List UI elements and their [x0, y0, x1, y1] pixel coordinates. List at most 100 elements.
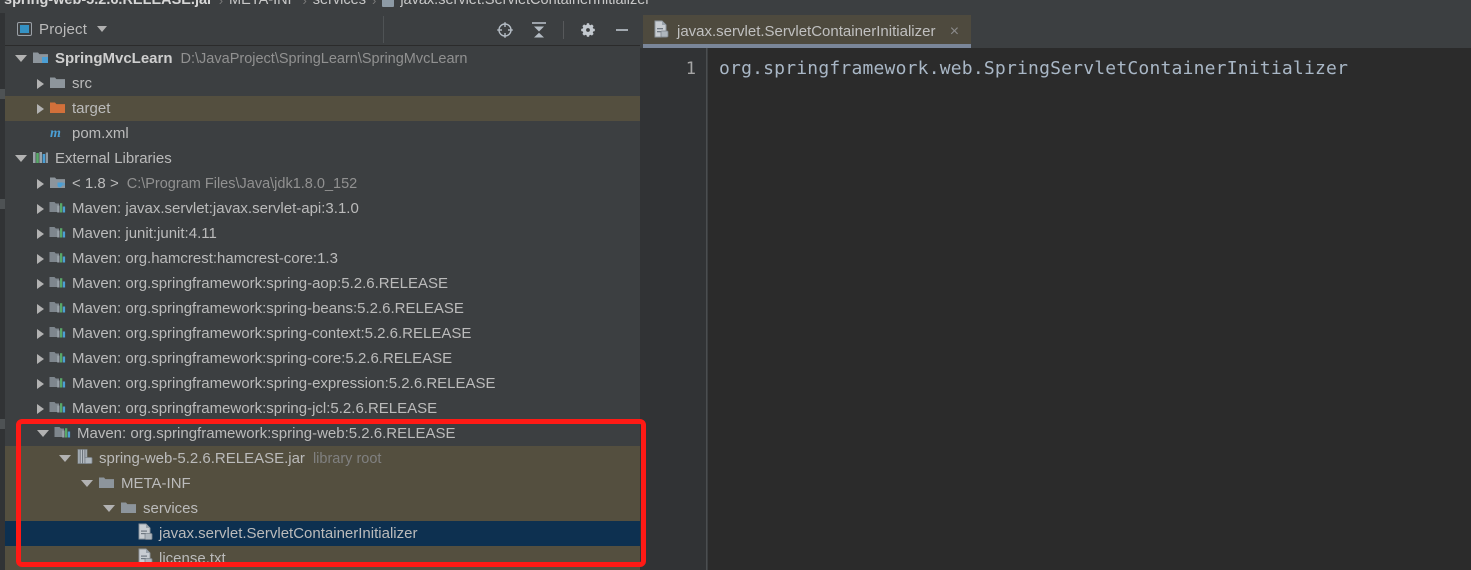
breadcrumb-item[interactable]: javax.servlet.ServletContainerInitialize… — [400, 0, 650, 8]
tree-row-label: spring-web-5.2.6.RELEASE.jar — [99, 450, 305, 467]
tree-row[interactable]: Maven: org.springframework:spring-aop:5.… — [5, 271, 640, 296]
tree-row-label: Maven: org.hamcrest:hamcrest-core:1.3 — [72, 250, 338, 267]
actions-divider — [563, 20, 564, 39]
chevron-right-icon[interactable] — [37, 278, 44, 289]
chevron-right-icon[interactable] — [37, 378, 44, 389]
tree-row[interactable]: External Libraries — [5, 146, 640, 171]
header-divider — [383, 16, 384, 43]
locate-target-icon[interactable] — [495, 20, 515, 40]
chevron-right-icon[interactable] — [37, 353, 44, 364]
close-icon[interactable]: × — [947, 23, 961, 40]
breadcrumb-item[interactable]: spring-web-5.2.6.RELEASE.jar — [4, 0, 213, 8]
library-icon — [49, 274, 66, 294]
breadcrumb-separator: › — [371, 0, 377, 8]
tree-row[interactable]: src — [5, 71, 640, 96]
tree-row-label: target — [72, 100, 111, 117]
jar-icon — [76, 448, 93, 469]
external-libraries-icon — [32, 149, 49, 169]
chevron-right-icon[interactable] — [37, 303, 44, 314]
library-icon — [49, 224, 66, 244]
tree-row[interactable]: m pom.xml — [5, 121, 640, 146]
breadcrumb-item[interactable]: META-INF — [229, 0, 296, 8]
collapse-all-icon[interactable] — [529, 20, 549, 40]
minimize-icon[interactable] — [612, 20, 632, 40]
chevron-right-icon[interactable] — [37, 228, 44, 239]
tree-row[interactable]: < 1.8 > C:\Program Files\Java\jdk1.8.0_15… — [5, 171, 640, 196]
tree-row-label: Maven: javax.servlet:javax.servlet-api:3… — [72, 200, 359, 217]
tree-row-label: license.txt — [159, 550, 226, 567]
chevron-down-icon[interactable] — [59, 455, 71, 462]
maven-pom-icon: m — [49, 124, 66, 144]
project-panel-title-group[interactable]: Project — [5, 13, 108, 45]
folder-icon — [120, 499, 137, 519]
tree-row[interactable]: Maven: org.springframework:spring-contex… — [5, 321, 640, 346]
code-pane[interactable]: org.springframework.web.SpringServletCon… — [708, 48, 1471, 570]
chevron-right-icon[interactable] — [37, 203, 44, 214]
chevron-down-icon[interactable] — [37, 430, 49, 437]
chevron-right-icon[interactable] — [37, 328, 44, 339]
tree-row[interactable]: license.txt — [5, 546, 640, 570]
tree-row[interactable]: Maven: org.hamcrest:hamcrest-core:1.3 — [5, 246, 640, 271]
breadcrumb-separator: › — [302, 0, 307, 8]
tree-row[interactable]: Maven: junit:junit:4.11 — [5, 221, 640, 246]
chevron-down-icon[interactable] — [15, 55, 27, 62]
chevron-right-icon[interactable] — [37, 403, 44, 414]
folder-icon — [98, 474, 115, 494]
breadcrumb-separator: › — [218, 0, 224, 8]
intellij-window: spring-web-5.2.6.RELEASE.jar › META-INF › se… — [0, 0, 1471, 570]
chevron-right-icon[interactable] — [37, 253, 44, 264]
tree-row[interactable]: SpringMvcLearn D:\JavaProject\SpringLearn… — [5, 46, 640, 71]
editor-area: javax.servlet.ServletContainerInitialize… — [640, 13, 1471, 570]
tree-row[interactable]: Maven: org.springframework:spring-core:5… — [5, 346, 640, 371]
tree-row-label: Maven: junit:junit:4.11 — [72, 225, 217, 242]
chevron-down-icon[interactable] — [103, 505, 115, 512]
tree-row[interactable]: META-INF — [5, 471, 640, 496]
chevron-right-icon[interactable] — [37, 103, 44, 114]
editor-tabbar: javax.servlet.ServletContainerInitialize… — [640, 13, 1471, 48]
line-number: 1 — [685, 59, 696, 79]
tree-row-subtext: library root — [312, 450, 382, 467]
tree-row-label: pom.xml — [72, 125, 129, 142]
library-icon — [49, 374, 66, 394]
jdk-icon — [49, 174, 66, 194]
file-icon — [137, 523, 153, 544]
tree-row[interactable]: Maven: org.springframework:spring-web:5.… — [5, 421, 640, 446]
library-icon — [49, 249, 66, 269]
library-icon — [49, 349, 66, 369]
tree-row[interactable]: Maven: javax.servlet:javax.servlet-api:3… — [5, 196, 640, 221]
chevron-down-icon[interactable] — [97, 26, 108, 32]
chevron-down-icon[interactable] — [81, 480, 93, 487]
gear-icon[interactable] — [578, 20, 598, 40]
library-icon — [54, 424, 71, 444]
tree-row[interactable]: services — [5, 496, 640, 521]
project-panel-header: Project — [5, 13, 640, 46]
tree-row[interactable]: target — [5, 96, 640, 121]
tree-row-label: src — [72, 75, 92, 92]
project-tree[interactable]: SpringMvcLearn D:\JavaProject\SpringLearn… — [5, 46, 640, 570]
tree-row[interactable]: Maven: org.springframework:spring-jcl:5.… — [5, 396, 640, 421]
tree-row-label: Maven: org.springframework:spring-beans:… — [72, 300, 464, 317]
editor-tab-title: javax.servlet.ServletContainerInitialize… — [677, 23, 936, 40]
tree-row-label: Maven: org.springframework:spring-jcl:5.… — [72, 400, 438, 417]
folder-icon — [49, 74, 66, 94]
chevron-right-icon[interactable] — [37, 78, 44, 89]
breadcrumb-item[interactable]: services — [313, 0, 366, 8]
editor-tab[interactable]: javax.servlet.ServletContainerInitialize… — [643, 15, 972, 48]
breadcrumb: spring-web-5.2.6.RELEASE.jar › META-INF › se… — [0, 0, 1471, 13]
project-window-icon — [17, 22, 32, 36]
tree-row-subtext: C:\Program Files\Java\jdk1.8.0_152 — [126, 175, 358, 192]
chevron-right-icon[interactable] — [37, 178, 44, 189]
tree-row[interactable]: Maven: org.springframework:spring-beans:… — [5, 296, 640, 321]
tree-row[interactable]: spring-web-5.2.6.RELEASE.jar library root — [5, 446, 640, 471]
tree-row-label: javax.servlet.ServletContainerInitialize… — [159, 525, 418, 542]
tree-row-label: Maven: org.springframework:spring-core:5… — [72, 350, 453, 367]
tree-row[interactable]: javax.servlet.ServletContainerInitialize… — [5, 521, 640, 546]
tree-row[interactable]: Maven: org.springframework:spring-expres… — [5, 371, 640, 396]
folder-orange-icon — [49, 99, 66, 119]
chevron-down-icon[interactable] — [15, 155, 27, 162]
file-icon — [653, 20, 669, 43]
tree-row-label: Maven: org.springframework:spring-web:5.… — [77, 425, 456, 442]
tree-row-subtext: D:\JavaProject\SpringLearn\SpringMvcLear… — [180, 50, 468, 67]
tree-row-label: Maven: org.springframework:spring-expres… — [72, 375, 496, 392]
editor-gutter[interactable]: 1 — [640, 48, 707, 570]
